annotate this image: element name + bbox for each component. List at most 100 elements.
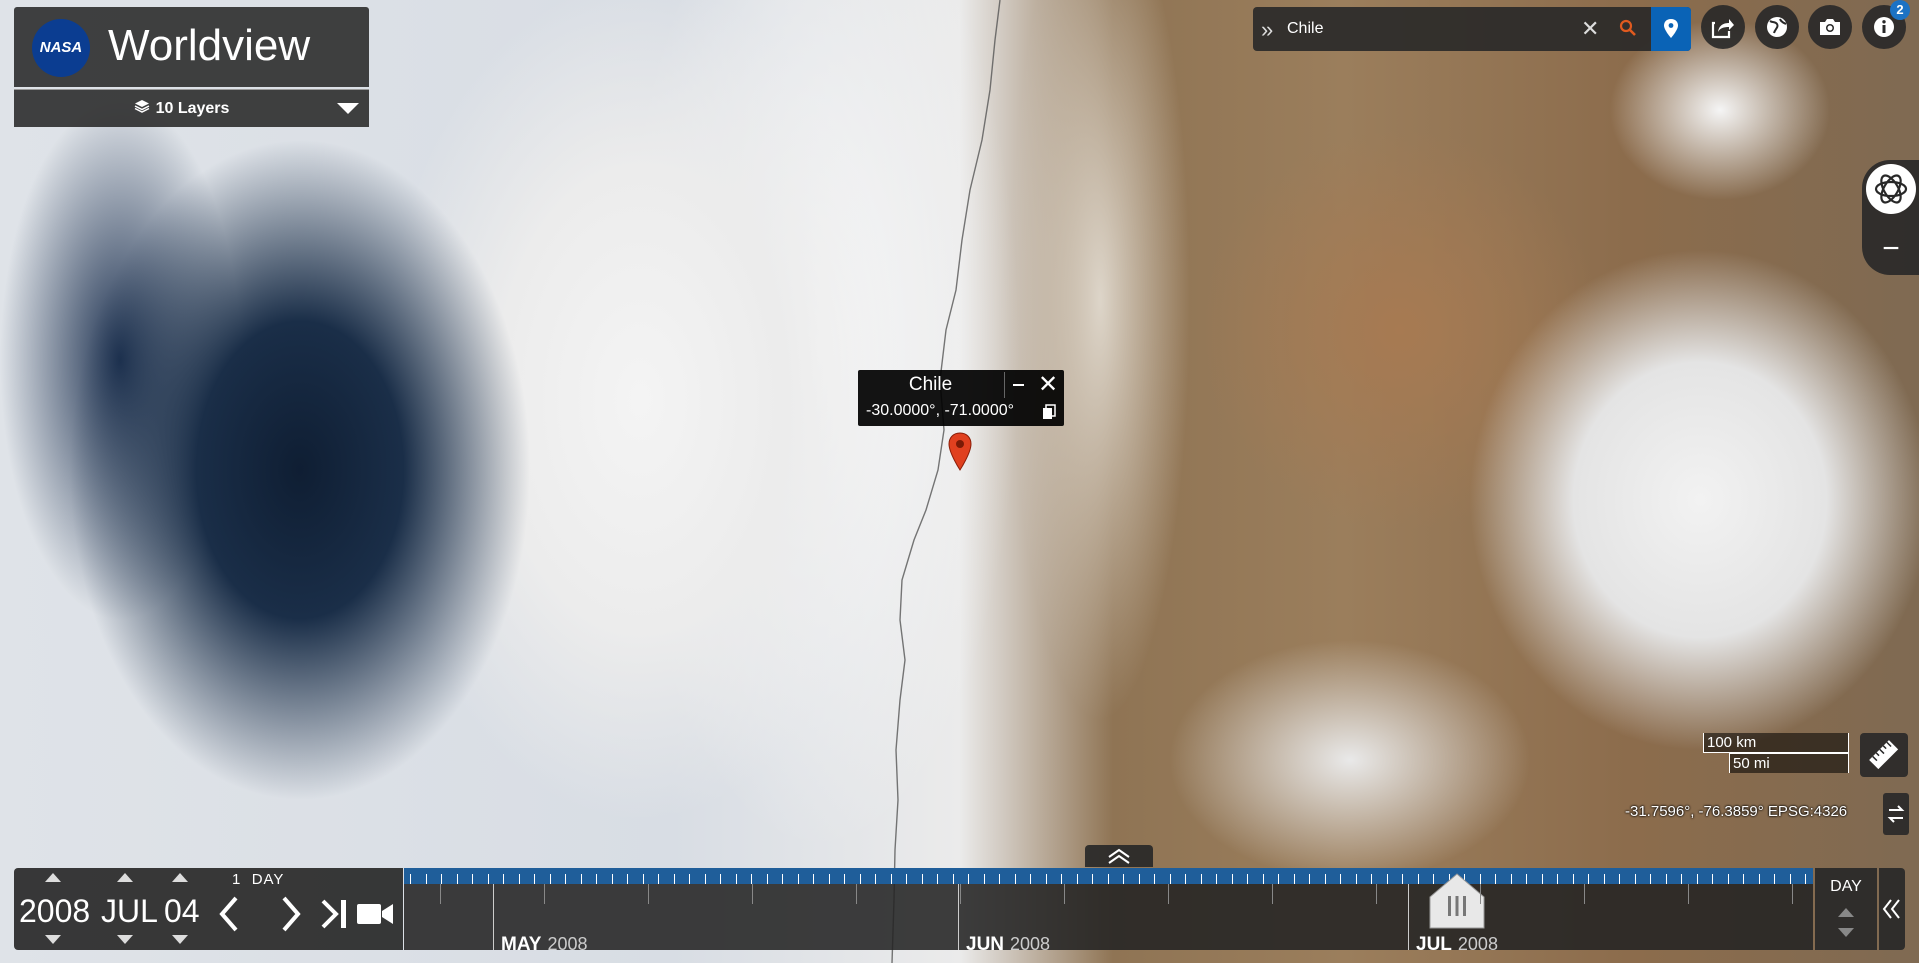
timeline-zoom-in-button[interactable] <box>1838 908 1854 917</box>
month-increment-button[interactable] <box>117 873 133 882</box>
minimize-icon[interactable] <box>1004 372 1031 398</box>
timeline-tick <box>426 874 427 884</box>
timeline-tick <box>534 874 535 884</box>
close-icon[interactable]: ✕ <box>1034 370 1062 398</box>
timeline-tick <box>627 874 628 884</box>
timeline-tick <box>1418 874 1419 884</box>
timeline-tick <box>519 874 520 884</box>
timeline-zoom-level[interactable]: DAY <box>1815 868 1877 950</box>
timeline-week-line <box>1168 884 1169 904</box>
timeline-tick <box>612 874 613 884</box>
timeline-week-line <box>1688 884 1689 904</box>
year-increment-button[interactable] <box>45 873 61 882</box>
map-pin-icon <box>1664 19 1678 38</box>
day-increment-button[interactable] <box>172 873 188 882</box>
snapshot-button[interactable] <box>1808 5 1852 49</box>
measure-button[interactable] <box>1860 733 1908 777</box>
timeline-zoom-label: DAY <box>1830 878 1862 895</box>
timeline-week-line <box>1064 884 1065 904</box>
timeline-tick <box>720 874 721 884</box>
year-decrement-button[interactable] <box>45 935 61 944</box>
timeline-tick <box>658 874 659 884</box>
timeline-tick <box>1309 874 1310 884</box>
expand-icon[interactable]: » <box>1261 17 1273 43</box>
year-input[interactable]: 2008 <box>19 893 90 930</box>
timeline-tick <box>782 874 783 884</box>
timeline-tick <box>1635 874 1636 884</box>
share-button[interactable] <box>1701 5 1745 49</box>
timeline-tick <box>1216 874 1217 884</box>
month-label-may-year: 2008 <box>547 934 588 954</box>
timeline-tick <box>689 874 690 884</box>
month-label-may: MAY 2008 <box>501 934 588 956</box>
zoom-in-button[interactable] <box>1864 162 1918 216</box>
map-marker-icon[interactable] <box>947 432 973 472</box>
nasa-logo[interactable]: NASA <box>32 19 90 77</box>
timeline-collapse-button[interactable] <box>1879 868 1905 950</box>
timeline-tick <box>798 874 799 884</box>
video-camera-icon[interactable] <box>355 900 395 928</box>
close-icon[interactable]: ✕ <box>1581 16 1599 42</box>
timeline-tick <box>1511 874 1512 884</box>
timeline-expand-button[interactable] <box>1085 845 1153 867</box>
timeline-zoom-out-button[interactable] <box>1838 928 1854 937</box>
timeline-tick <box>1759 874 1760 884</box>
timeline-tick <box>550 874 551 884</box>
month-decrement-button[interactable] <box>117 935 133 944</box>
timeline-tick <box>705 874 706 884</box>
timeline-week-line <box>1272 884 1273 904</box>
timeline-week-line <box>856 884 857 904</box>
timeline-week-line <box>1792 884 1793 904</box>
timeline-tick <box>1015 874 1016 884</box>
place-marker-button[interactable] <box>1651 7 1691 51</box>
day-decrement-button[interactable] <box>172 935 188 944</box>
timeline-tick <box>1666 874 1667 884</box>
swap-icon <box>1887 805 1905 823</box>
timeline-week-line <box>960 884 961 904</box>
cursor-coordinates: -31.7596°, -76.3859° EPSG:4326 <box>1625 803 1848 820</box>
day-input[interactable]: 04 <box>164 893 200 930</box>
zoom-to-location-icon[interactable] <box>1619 19 1637 37</box>
timeline-tick <box>875 874 876 884</box>
previous-day-button[interactable] <box>214 894 244 934</box>
layers-icon <box>134 100 149 113</box>
timeline-date-slider[interactable] <box>1428 872 1486 932</box>
month-label-jun: JUN 2008 <box>966 934 1050 956</box>
timeline-tick <box>1697 874 1698 884</box>
layers-toggle-bar[interactable]: 10 Layers <box>14 89 369 127</box>
share-icon <box>1711 19 1734 39</box>
month-label-jun-name: JUN <box>966 934 1005 955</box>
timeline-tick <box>860 874 861 884</box>
copy-icon[interactable] <box>1042 404 1056 420</box>
month-label-jun-year: 2008 <box>1010 934 1051 954</box>
timeline-tick <box>1356 874 1357 884</box>
month-input[interactable]: JUL <box>101 893 158 930</box>
projection-button[interactable] <box>1755 5 1799 49</box>
chevron-down-icon[interactable] <box>337 103 359 114</box>
jump-to-latest-button[interactable] <box>319 898 353 930</box>
location-search[interactable]: » Chile ✕ <box>1253 7 1691 51</box>
timeline-tick <box>1340 874 1341 884</box>
date-selector: 1 DAY 2008 JUL 04 <box>14 868 403 950</box>
timeline-tick <box>736 874 737 884</box>
timeline-tick <box>596 874 597 884</box>
timeline-track[interactable]: MAY 2008 JUN 2008 JUL 2008 <box>404 868 1813 955</box>
timeline-tick <box>1123 874 1124 884</box>
timeline-tick <box>1294 874 1295 884</box>
zoom-out-button[interactable]: − <box>1876 232 1906 266</box>
next-day-button[interactable] <box>276 894 306 934</box>
month-label-jul-name: JUL <box>1416 934 1452 955</box>
timeline-week-line <box>440 884 441 904</box>
globe-icon <box>1767 17 1787 37</box>
search-input[interactable]: Chile <box>1287 20 1323 38</box>
timeline-tick <box>1077 874 1078 884</box>
interval-selector[interactable]: 1 DAY <box>232 871 284 888</box>
timeline-tick <box>1247 874 1248 884</box>
chevron-double-left-icon <box>1882 899 1900 919</box>
timeline-tick <box>441 874 442 884</box>
timeline-tick <box>1526 874 1527 884</box>
timeline-tick <box>674 874 675 884</box>
layers-label: 10 Layers <box>155 100 230 117</box>
coordinate-format-button[interactable] <box>1883 793 1909 835</box>
info-icon <box>1874 17 1894 37</box>
